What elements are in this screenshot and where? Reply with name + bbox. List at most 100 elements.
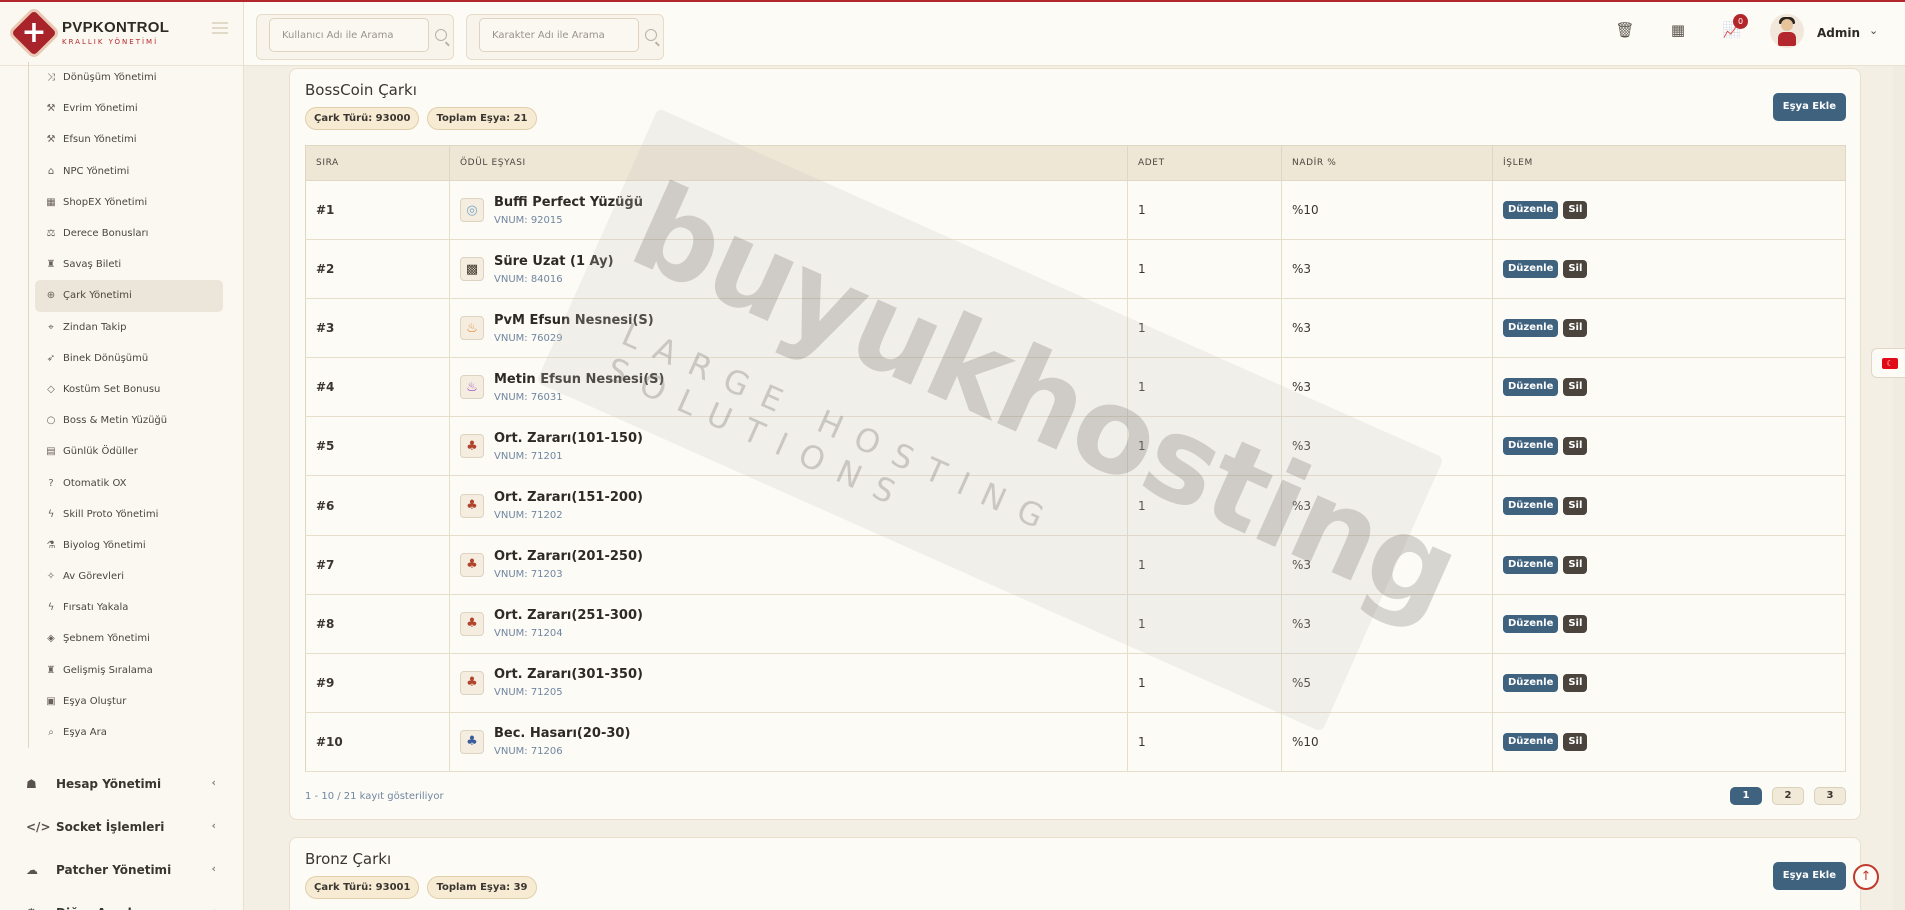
scroll-top-icon[interactable]: ↑ xyxy=(1853,864,1879,890)
admin-name[interactable]: Admin xyxy=(1817,26,1860,40)
submenu-item[interactable]: ⌕ Eşya Ara xyxy=(29,717,228,748)
search-icon[interactable] xyxy=(435,29,447,41)
page-scrollbar[interactable] xyxy=(1893,66,1905,910)
brand[interactable]: + PVPKONTROL KRALLIK YÖNETİMİ xyxy=(0,0,243,66)
trash-icon[interactable]: 🗑 xyxy=(1615,20,1635,40)
row-adet: 1 xyxy=(1127,712,1282,772)
bank-icon: ⌂ xyxy=(47,165,55,177)
page-button[interactable]: 1 xyxy=(1730,787,1762,805)
submenu-item-label: Boss & Metin Yüzüğü xyxy=(63,415,168,427)
submenu-item[interactable]: ▤ Günlük Ödüller xyxy=(29,436,228,467)
row-actions: Düzenle Sil xyxy=(1492,535,1846,595)
top-accent-line xyxy=(0,0,1905,2)
edit-button[interactable]: Düzenle xyxy=(1503,201,1559,220)
delete-button[interactable]: Sil xyxy=(1563,555,1588,574)
delete-button[interactable]: Sil xyxy=(1563,319,1588,338)
add-item-button[interactable]: Eşya Ekle xyxy=(1772,93,1846,121)
submenu-item[interactable]: ♜ Gelişmiş Sıralama xyxy=(29,655,228,686)
wheel-card-bosscoin: BossCoin Çarkı Çark Türü: 93000 Toplam E… xyxy=(289,68,1861,820)
submenu-item-label: Efsun Yönetimi xyxy=(63,134,137,146)
edit-button[interactable]: Düzenle xyxy=(1503,378,1559,397)
wheel-title: BossCoin Çarkı xyxy=(305,81,417,99)
submenu-item-label: Zindan Takip xyxy=(63,321,127,333)
row-nadir: %3 xyxy=(1281,475,1493,536)
submenu-item[interactable]: ⤨ Dönüşüm Yönetimi xyxy=(29,62,228,93)
delete-button[interactable]: Sil xyxy=(1563,673,1588,692)
item-name: Bec. Hasarı(20-30) xyxy=(494,726,631,742)
page-button[interactable]: 3 xyxy=(1814,787,1846,805)
row-sira: #1 xyxy=(305,180,450,241)
submenu-item[interactable]: ◇ Kostüm Set Bonusu xyxy=(29,374,228,405)
main-menu-item[interactable]: </> Socket İşlemleri ‹ xyxy=(0,805,244,848)
submenu-item[interactable]: ♜ Savaş Bileti xyxy=(29,249,228,280)
submenu-item[interactable]: ⚒ Efsun Yönetimi xyxy=(29,124,228,155)
submenu-item[interactable]: ⚖ Derece Bonusları xyxy=(29,218,228,249)
delete-button[interactable]: Sil xyxy=(1563,201,1588,220)
item-name: Ort. Zararı(201-250) xyxy=(494,549,643,565)
rocket-icon: ➶ xyxy=(46,352,56,364)
search-icon[interactable] xyxy=(645,29,657,41)
user-search-input[interactable] xyxy=(269,18,429,52)
edit-button[interactable]: Düzenle xyxy=(1503,319,1559,338)
submenu-item[interactable]: ⚗ Biyolog Yönetimi xyxy=(29,530,228,561)
row-item: ♣ Ort. Zararı(251-300) VNUM: 71204 xyxy=(449,594,1128,654)
delete-button[interactable]: Sil xyxy=(1563,378,1588,397)
main-menu-label: Hesap Yönetimi xyxy=(56,776,162,791)
submenu-item[interactable]: ? Otomatik OX xyxy=(29,467,228,498)
add-item-button[interactable]: Eşya Ekle xyxy=(1772,862,1846,890)
menu-toggle-icon[interactable] xyxy=(212,22,228,34)
submenu-item[interactable]: ϟ Skill Proto Yönetimi xyxy=(29,499,228,530)
edit-button[interactable]: Düzenle xyxy=(1503,614,1559,633)
page-button[interactable]: 2 xyxy=(1772,787,1804,805)
row-item: ♣ Bec. Hasarı(20-30) VNUM: 71206 xyxy=(449,712,1128,772)
edit-button[interactable]: Düzenle xyxy=(1503,555,1559,574)
submenu-item[interactable]: ϟ Fırsatı Yakala xyxy=(29,592,228,623)
item-name: Ort. Zararı(251-300) xyxy=(494,608,643,624)
submenu-item[interactable]: ○ Boss & Metin Yüzüğü xyxy=(29,405,228,436)
chevron-down-icon[interactable]: ⌄ xyxy=(1869,24,1878,37)
delete-button[interactable]: Sil xyxy=(1563,732,1588,751)
item-name: Ort. Zararı(301-350) xyxy=(494,667,643,683)
table-row: #1 ◎ Buffi Perfect Yüzüğü VNUM: 92015 1 %10 Dü… xyxy=(305,180,1846,241)
logo-icon: + xyxy=(11,9,57,56)
delete-button[interactable]: Sil xyxy=(1563,437,1588,456)
table-row: #2 ▩ Süre Uzat (1 Ay) VNUM: 84016 1 %3 Düzenle… xyxy=(305,239,1846,300)
row-adet: 1 xyxy=(1127,653,1282,713)
avatar[interactable] xyxy=(1770,14,1804,48)
submenu-item-label: Eşya Ara xyxy=(63,727,107,739)
calendar-icon[interactable]: ▦ xyxy=(1668,20,1688,40)
submenu-item[interactable]: ⌂ NPC Yönetimi xyxy=(29,156,228,187)
submenu-item[interactable]: ⚒ Evrim Yönetimi xyxy=(29,93,228,124)
submenu-item[interactable]: ⌖ Zindan Takip xyxy=(29,312,228,343)
item-name: Ort. Zararı(151-200) xyxy=(494,490,643,506)
edit-button[interactable]: Düzenle xyxy=(1503,496,1559,515)
main-menu-item[interactable]: ☁ Patcher Yönetimi ‹ xyxy=(0,848,244,891)
edit-button[interactable]: Düzenle xyxy=(1503,673,1559,692)
item-vnum: VNUM: 76031 xyxy=(494,391,563,403)
row-actions: Düzenle Sil xyxy=(1492,653,1846,713)
row-nadir: %10 xyxy=(1281,712,1493,772)
chart-icon[interactable]: 📈 0 xyxy=(1722,14,1748,40)
character-search-input[interactable] xyxy=(479,18,639,52)
trophy-icon: ♜ xyxy=(46,259,56,271)
col-nadir: NADİR % xyxy=(1281,145,1493,181)
delete-button[interactable]: Sil xyxy=(1563,614,1588,633)
submenu-item[interactable]: ▣ Eşya Oluştur xyxy=(29,686,228,717)
edit-button[interactable]: Düzenle xyxy=(1503,437,1559,456)
language-switch[interactable]: ☾ xyxy=(1871,348,1905,378)
edit-button[interactable]: Düzenle xyxy=(1503,732,1559,751)
globe-icon: ⊕ xyxy=(46,290,56,302)
trophy-icon: ♜ xyxy=(46,664,56,676)
main-menu-item[interactable]: ☗ Hesap Yönetimi ‹ xyxy=(0,762,244,805)
submenu-item[interactable]: ✧ Av Görevleri xyxy=(29,561,228,592)
submenu-item[interactable]: ➶ Binek Dönüşümü xyxy=(29,343,228,374)
submenu-item[interactable]: ▦ ShopEX Yönetimi xyxy=(29,187,228,218)
submenu-item[interactable]: ◈ Şebnem Yönetimi xyxy=(29,623,228,654)
ring-item-icon: ◎ xyxy=(460,198,484,223)
edit-button[interactable]: Düzenle xyxy=(1503,260,1559,279)
main-menu-item[interactable]: ⚙ Diğer Ayarlar ‹ xyxy=(0,891,244,910)
delete-button[interactable]: Sil xyxy=(1563,260,1588,279)
bolt-icon: ϟ xyxy=(47,508,55,520)
submenu-item[interactable]: ⊕ Çark Yönetimi xyxy=(35,280,223,312)
delete-button[interactable]: Sil xyxy=(1563,496,1588,515)
